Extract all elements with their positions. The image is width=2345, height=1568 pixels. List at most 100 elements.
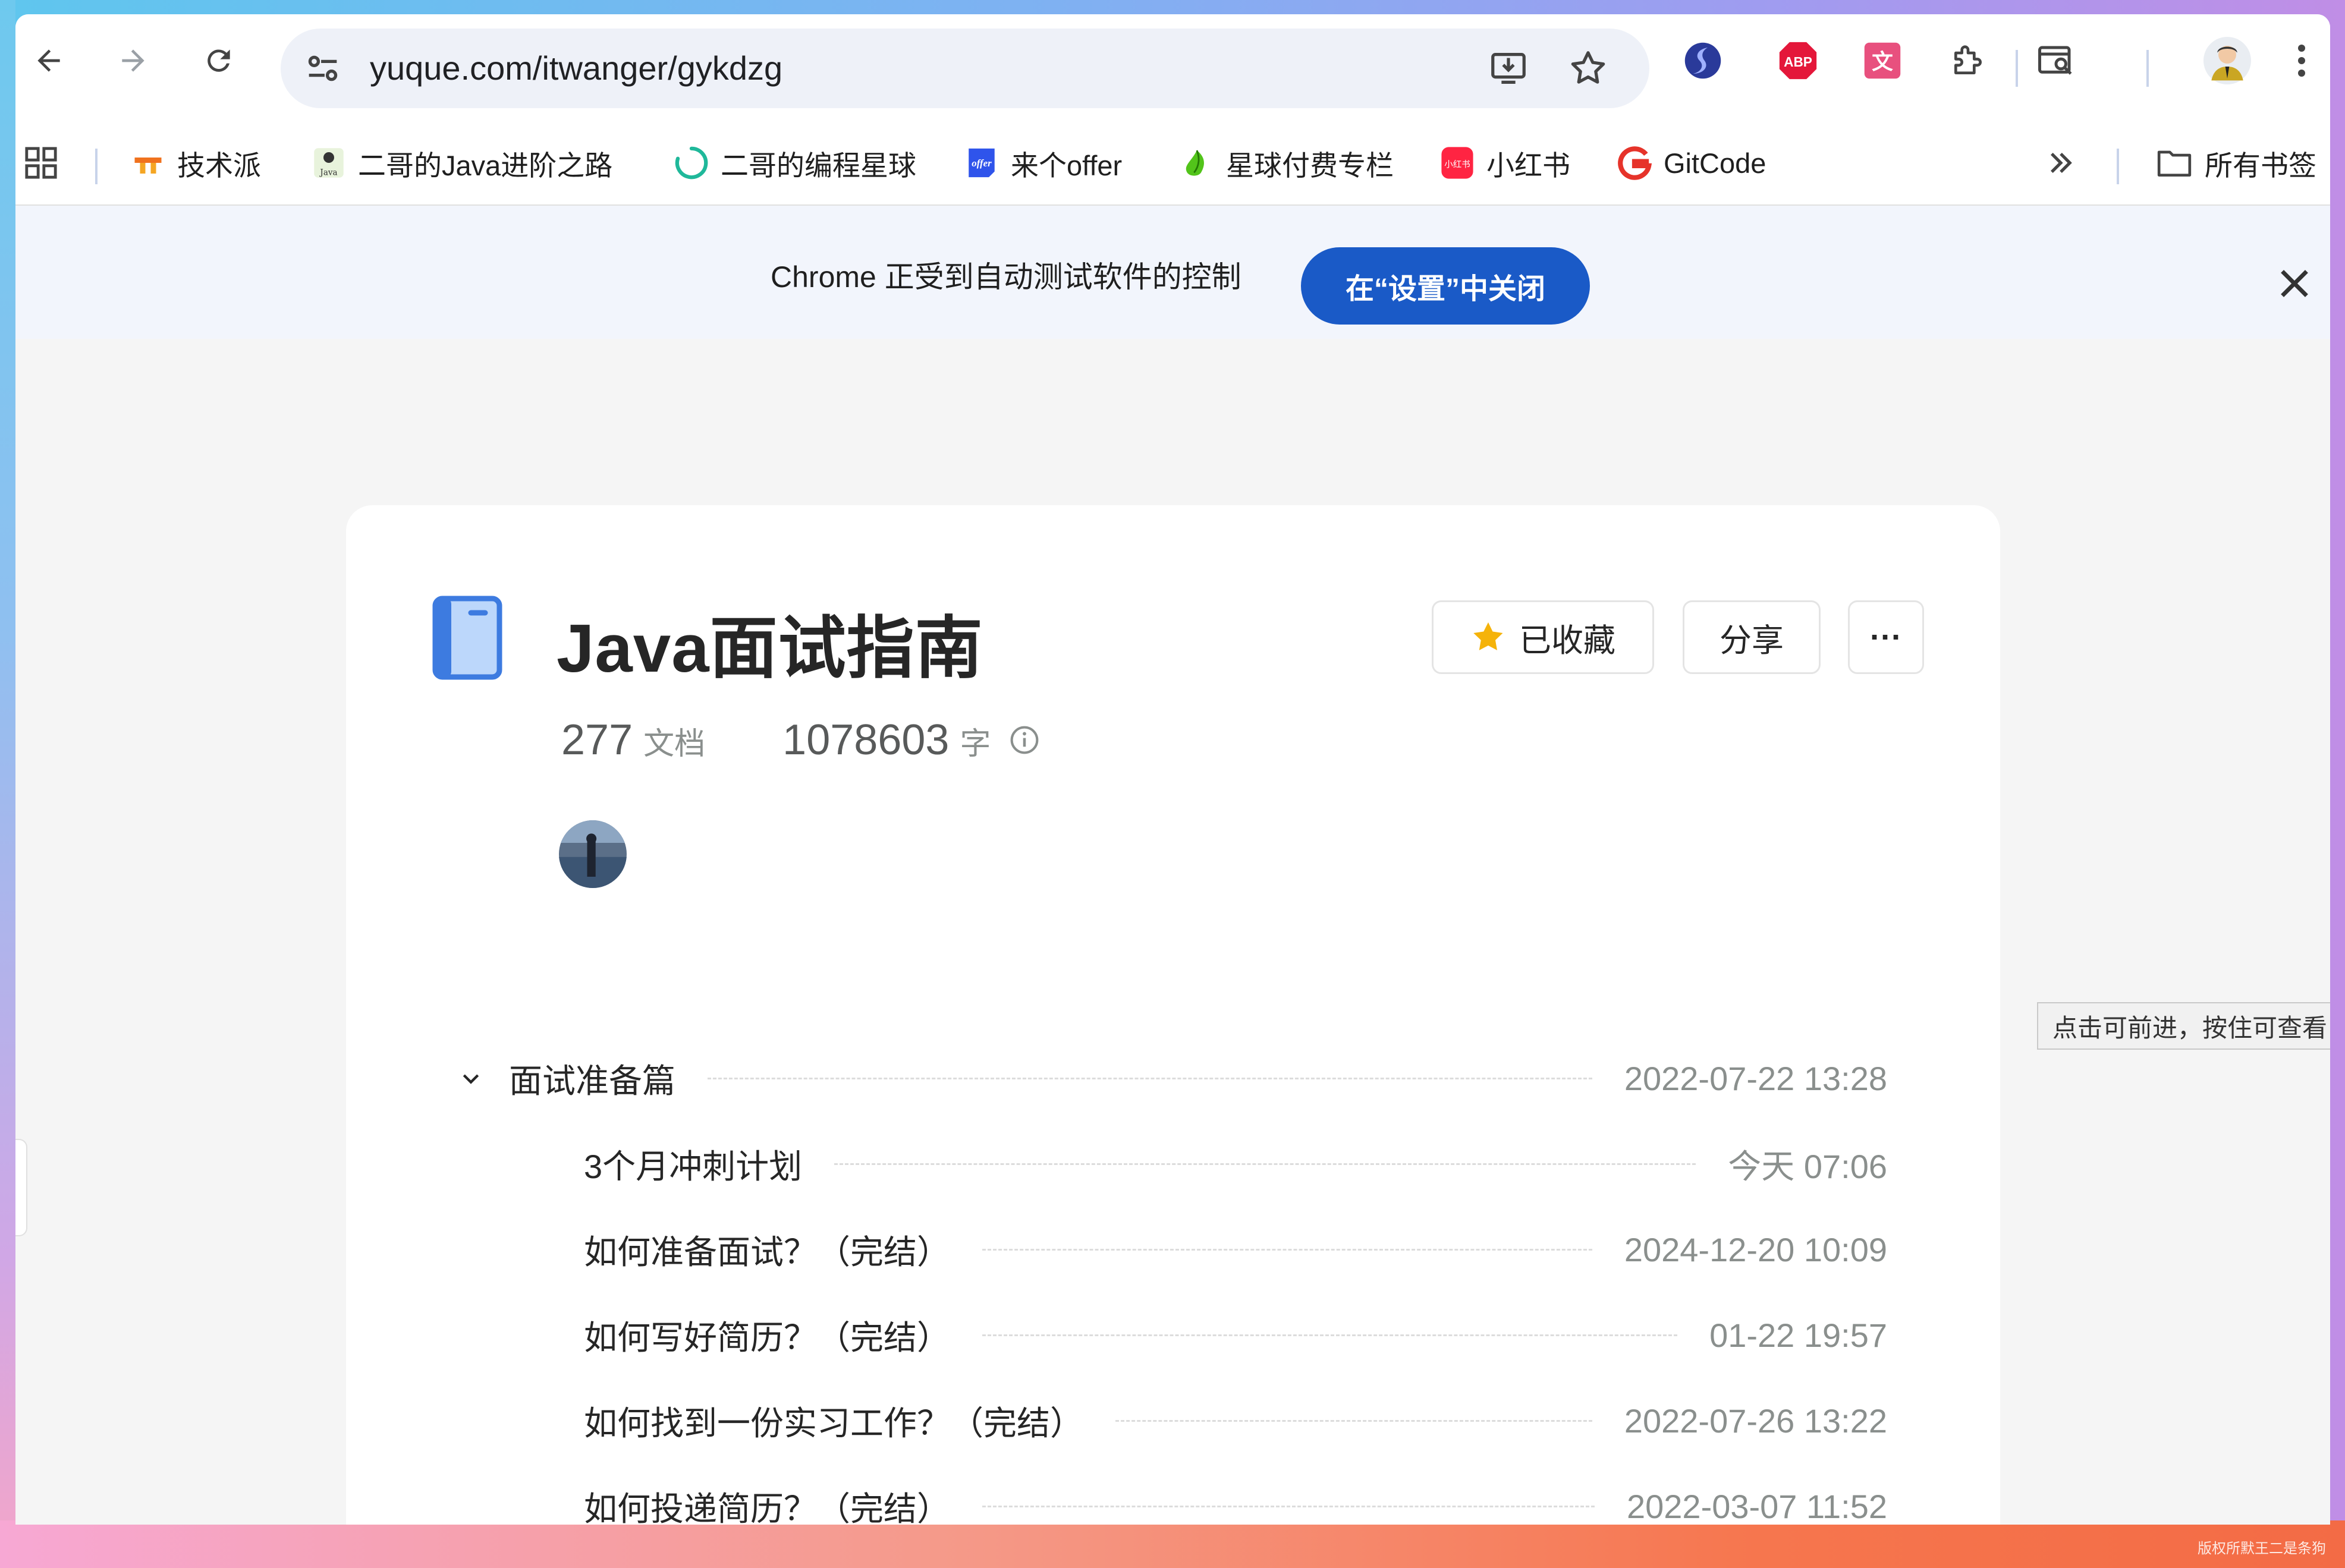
chrome-menu-button[interactable] (2287, 37, 2316, 84)
jishupai-icon (131, 146, 165, 180)
toc-leader (982, 1334, 1678, 1336)
apps-button[interactable] (24, 144, 58, 182)
tab-search-button[interactable] (2032, 37, 2080, 84)
url-text[interactable]: yuque.com/itwanger/gykdzg (370, 48, 782, 89)
toc-item-row[interactable]: 如何投递简历？（完结） 2022-03-07 11:52 (346, 1476, 2000, 1525)
favorite-label: 已收藏 (1519, 622, 1615, 659)
toc-item-row[interactable]: 如何准备面试？（完结） 2024-12-20 10:09 (346, 1220, 2000, 1279)
doc-count: 277 (561, 716, 633, 764)
bookmarks-bar: 技术派 Java 二哥的Java进阶之路 二哥的编程星球 offer 来个off… (15, 121, 2330, 206)
toc-date: 今天 07:06 (1728, 1147, 1887, 1185)
browser-window: yuque.com/itwanger/gykdzg ABP 文 技术派 Java… (15, 14, 2330, 1525)
share-button[interactable]: 分享 (1683, 600, 1821, 674)
bookmark-offer[interactable]: offer 来个offer (964, 144, 1122, 182)
folder-icon (2157, 150, 2192, 177)
profile-avatar[interactable] (2203, 37, 2251, 84)
bookmark-label: 技术派 (177, 149, 261, 181)
forward-tooltip: 点击可前进，按住可查看 (2037, 1002, 2330, 1050)
book-card: Java面试指南 已收藏 分享 ··· 277 文档 1078603 字 面试准… (346, 505, 2000, 1525)
toc-date: 2022-03-07 11:52 (1627, 1487, 1887, 1525)
avatar-photo-icon (559, 820, 627, 888)
site-settings-icon[interactable] (302, 48, 344, 89)
toc-date: 01-22 19:57 (1709, 1316, 1887, 1354)
toc-item-row[interactable]: 如何找到一份实习工作？（完结） 2022-07-26 13:22 (346, 1391, 2000, 1450)
word-count: 1078603 (782, 716, 950, 764)
toc-leader (982, 1505, 1595, 1507)
extension-blue-s[interactable] (1679, 37, 1727, 84)
toc-item-title[interactable]: 如何找到一份实习工作？（完结） (584, 1397, 1083, 1445)
share-label: 分享 (1720, 622, 1784, 659)
abp-icon: ABP (1779, 42, 1817, 80)
toolbar-separator (2016, 50, 2018, 87)
infobar-message: Chrome 正受到自动测试软件的控制 (771, 260, 1241, 294)
reload-icon (208, 49, 230, 72)
extensions-button[interactable] (1944, 37, 1992, 84)
toc-leader (708, 1077, 1592, 1079)
back-arrow-icon (37, 49, 60, 72)
bookmark-planet[interactable]: 二哥的编程星球 (674, 144, 916, 182)
more-horizontal-icon: ··· (1870, 619, 1902, 655)
bookmark-label: GitCode (1664, 147, 1766, 179)
forward-button[interactable] (109, 37, 157, 84)
bookmark-column[interactable]: 星球付费专栏 (1180, 144, 1394, 182)
translate-icon: 文 (1864, 42, 1901, 79)
svg-text:文: 文 (1872, 50, 1893, 74)
column-icon (1180, 146, 1214, 180)
toc-item-title[interactable]: 如何写好简历？（完结） (584, 1311, 950, 1359)
bookmark-jishupai[interactable]: 技术派 (131, 144, 261, 182)
toc-date: 2024-12-20 10:09 (1624, 1230, 1887, 1268)
bookmark-label: 二哥的编程星球 (721, 149, 916, 181)
bookmarks-separator (95, 149, 98, 184)
svg-text:小红书: 小红书 (1444, 159, 1470, 169)
favorite-button[interactable]: 已收藏 (1432, 600, 1654, 674)
info-icon[interactable] (1008, 724, 1041, 756)
svg-text:ABP: ABP (1784, 54, 1812, 70)
toc-item-row[interactable]: 如何写好简历？（完结） 01-22 19:57 (346, 1305, 2000, 1365)
member-avatar[interactable] (559, 820, 627, 888)
more-vertical-icon (2298, 45, 2305, 77)
close-in-settings-button[interactable]: 在“设置”中关闭 (1301, 247, 1590, 325)
install-app-icon[interactable] (1488, 48, 1529, 89)
bookmark-gitcode[interactable]: GitCode (1617, 144, 1766, 182)
toc-date: 2022-07-22 13:28 (1624, 1059, 1887, 1097)
toc-item-title[interactable]: 如何投递简历？（完结） (584, 1482, 950, 1525)
chevron-down-icon[interactable] (459, 1066, 483, 1090)
close-icon[interactable] (2274, 263, 2315, 304)
blue-s-icon (1684, 42, 1721, 79)
desktop-gradient-bottom (0, 1520, 2345, 1568)
address-bar[interactable]: yuque.com/itwanger/gykdzg (281, 29, 1649, 108)
desktop-gradient-left (0, 0, 15, 1568)
extension-translate[interactable]: 文 (1859, 37, 1906, 84)
toc-item-title[interactable]: 如何准备面试？（完结） (584, 1226, 950, 1274)
toc-group-row[interactable]: 面试准备篇 2022-07-22 13:28 (346, 1049, 2000, 1108)
bookmark-label: 小红书 (1486, 149, 1570, 181)
back-button[interactable] (25, 37, 73, 84)
bookmark-label: 二哥的Java进阶之路 (358, 149, 613, 181)
toc-item-title[interactable]: 3个月冲刺计划 (584, 1140, 802, 1188)
all-bookmarks-label: 所有书签 (2205, 149, 2316, 181)
star-filled-icon (1473, 622, 1503, 650)
more-button[interactable]: ··· (1848, 600, 1924, 674)
bookmark-java-road[interactable]: Java 二哥的Java进阶之路 (312, 144, 612, 182)
offer-icon: offer (964, 146, 999, 180)
bookmark-label: 星球付费专栏 (1226, 149, 1394, 181)
puzzle-icon (1954, 45, 1982, 74)
all-bookmarks-folder[interactable]: 所有书签 (2156, 144, 2316, 182)
double-chevron-right-icon (2050, 152, 2072, 174)
book-stats: 277 文档 1078603 字 (561, 716, 1041, 764)
toc-date: 2022-07-26 13:22 (1624, 1402, 1887, 1440)
reload-button[interactable] (195, 37, 243, 84)
extension-adblock-plus[interactable]: ABP (1774, 37, 1822, 84)
toc-item-row[interactable]: 3个月冲刺计划 今天 07:06 (346, 1134, 2000, 1194)
bookmarks-overflow-button[interactable] (2045, 144, 2076, 182)
toc-group-title[interactable]: 面试准备篇 (509, 1054, 675, 1103)
toc-leader (1115, 1419, 1592, 1422)
bookmark-star-icon[interactable] (1567, 48, 1609, 89)
apps-grid-icon (25, 147, 57, 179)
toolbar-separator (2146, 50, 2149, 87)
book-title: Java面试指南 (557, 611, 983, 687)
forward-arrow-icon (122, 49, 144, 72)
profile-avatar-icon (2203, 37, 2251, 84)
sidebar-expand-handle[interactable] (15, 1139, 27, 1236)
bookmark-xiaohongshu[interactable]: 小红书 小红书 (1440, 144, 1570, 182)
